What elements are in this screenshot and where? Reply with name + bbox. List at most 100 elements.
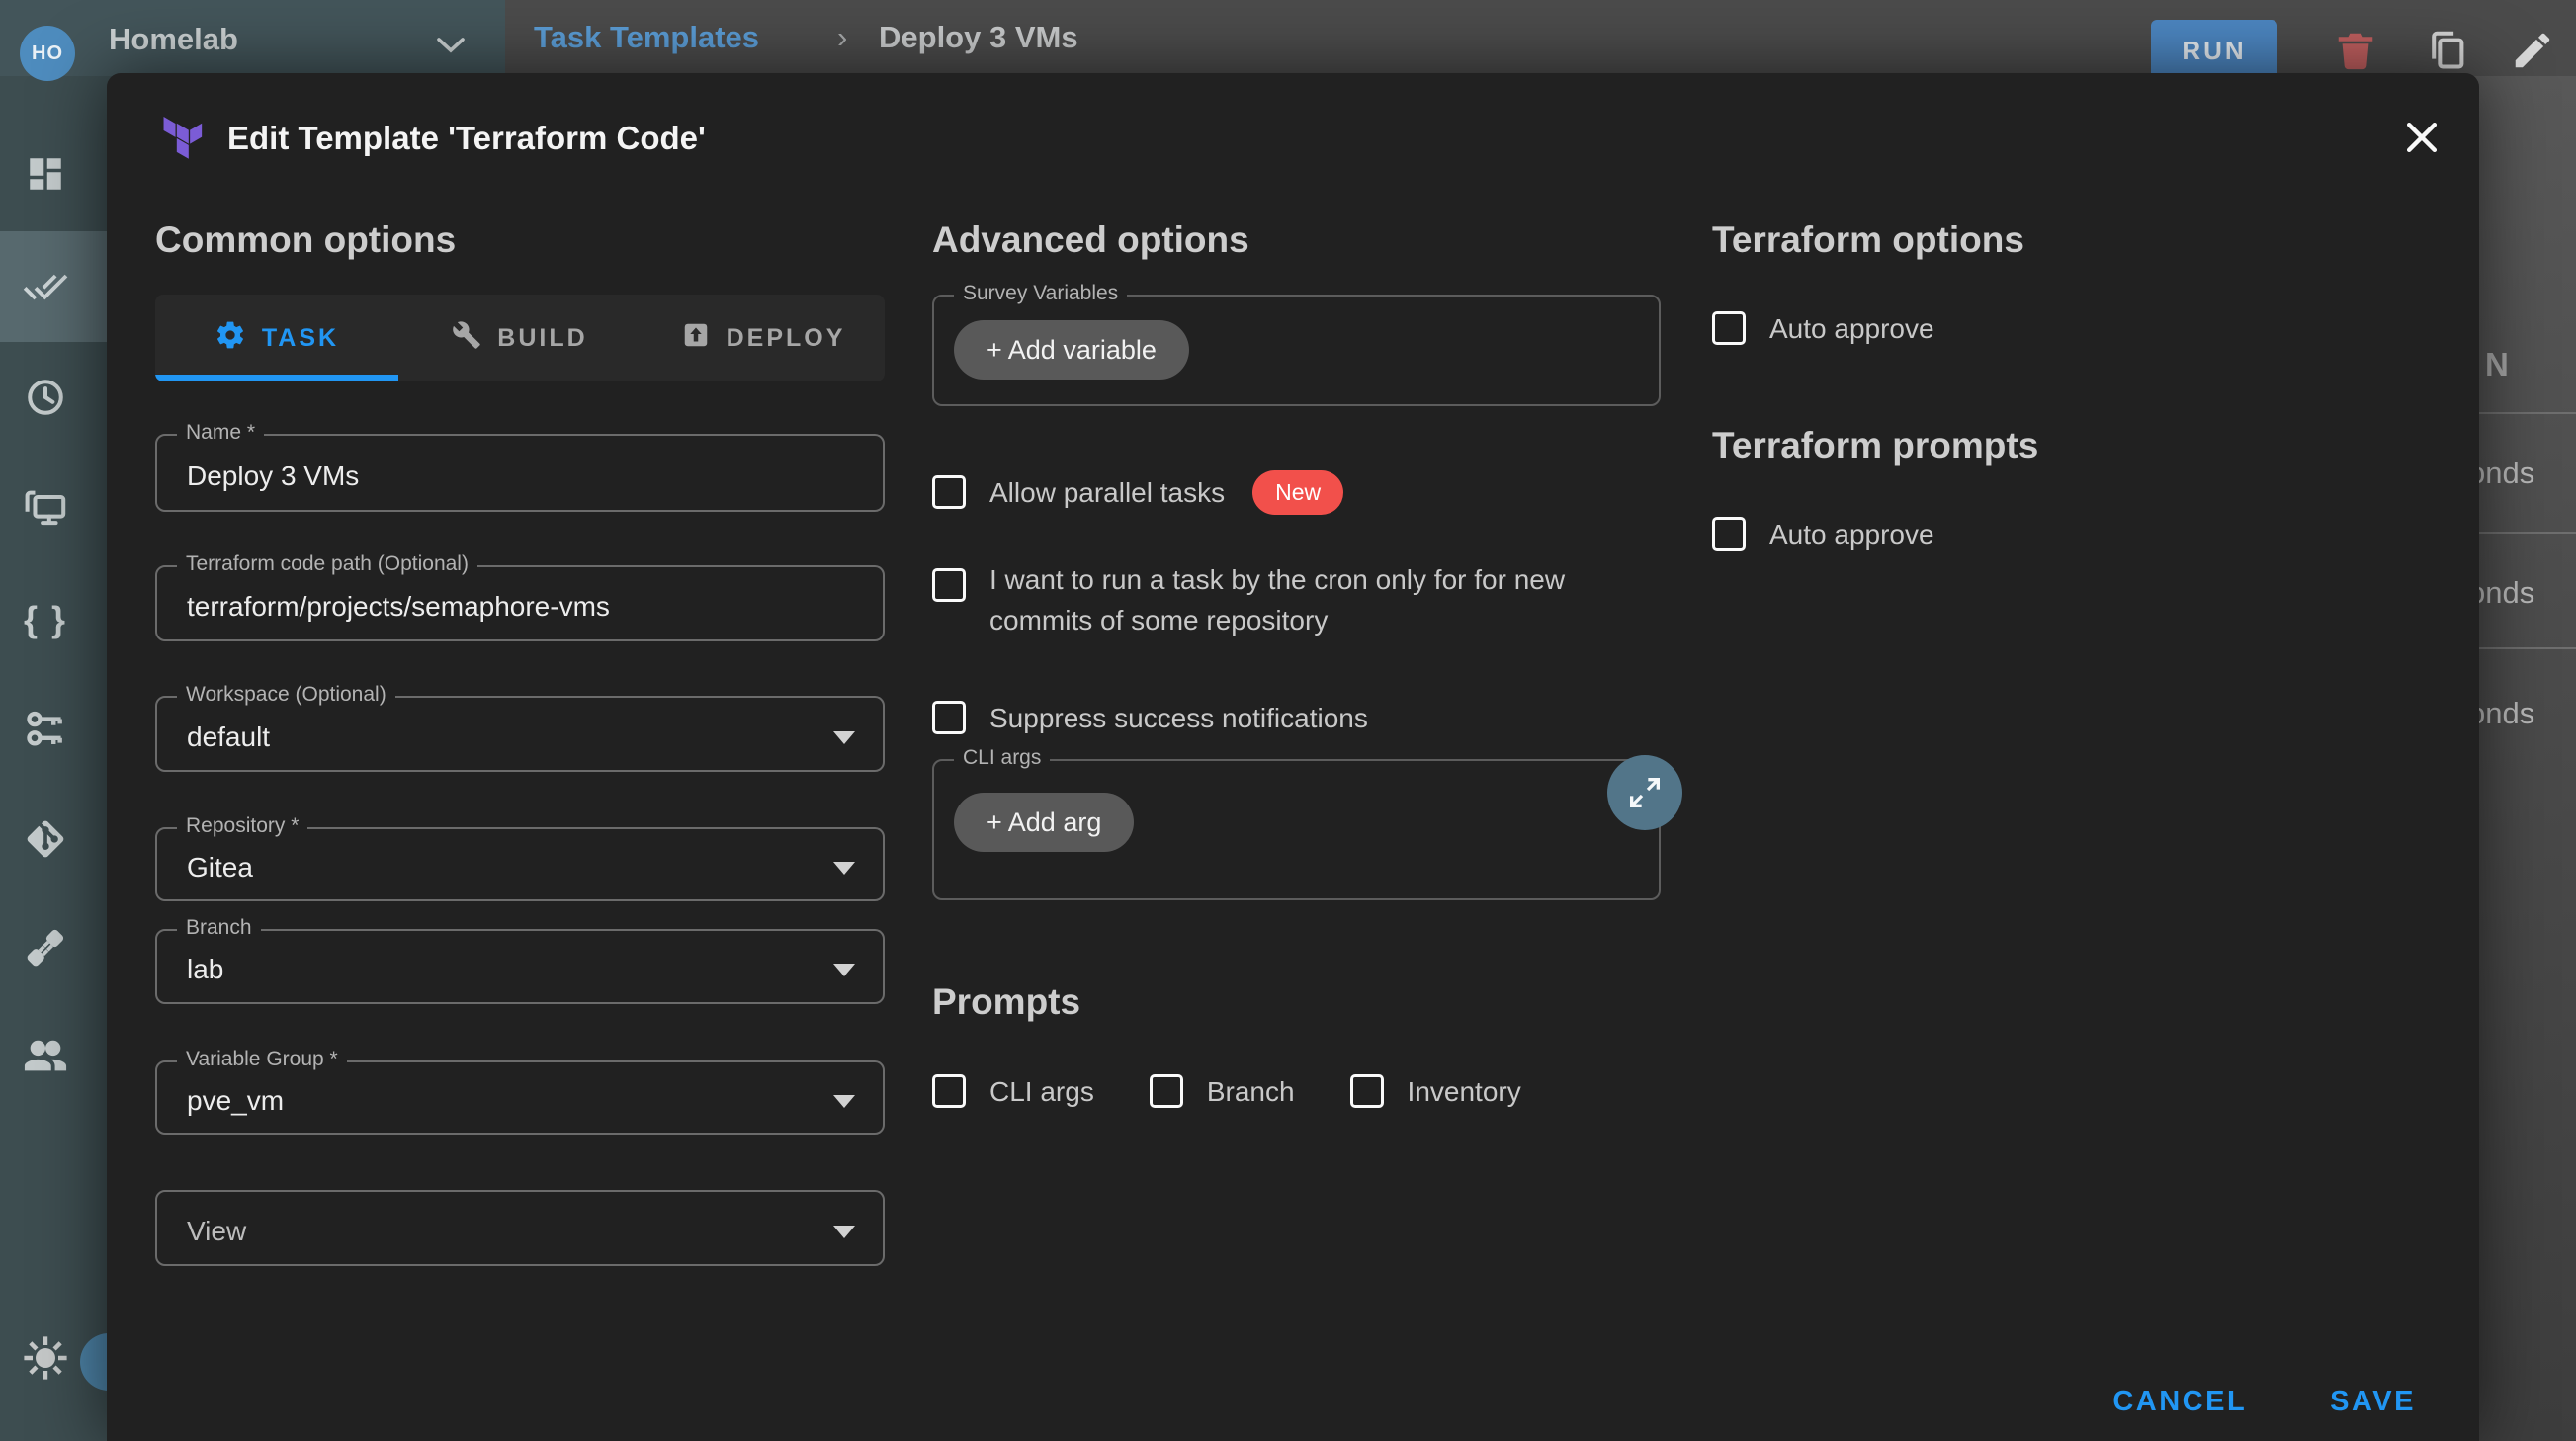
sidebar-item-team[interactable] xyxy=(22,1036,69,1083)
integrations-plug-icon xyxy=(23,925,68,975)
branch-select[interactable]: Branch lab xyxy=(155,929,885,1004)
name-field[interactable]: Name * Deploy 3 VMs xyxy=(155,434,885,512)
terraform-prompt-auto-approve-checkbox[interactable] xyxy=(1712,517,1746,551)
variable-group-select-value: pve_vm xyxy=(187,1085,284,1117)
sidebar-item-inventory[interactable] xyxy=(22,485,69,533)
tab-deploy[interactable]: DEPLOY xyxy=(642,295,885,381)
cancel-button[interactable]: CANCEL xyxy=(2112,1386,2247,1418)
prompt-branch: Branch xyxy=(1150,1069,1295,1113)
terraform-code-path-label: Terraform code path (Optional) xyxy=(177,552,477,576)
view-select[interactable]: View xyxy=(155,1190,885,1266)
inventory-monitor-icon xyxy=(23,484,68,535)
cron-new-commits-label: I want to run a task by the cron only fo… xyxy=(989,559,1658,640)
variable-group-select[interactable]: Variable Group * pve_vm xyxy=(155,1060,885,1135)
cron-new-commits-row: I want to run a task by the cron only fo… xyxy=(932,559,1661,654)
sidebar-item-repositories[interactable] xyxy=(22,817,69,865)
terraform-options-heading: Terraform options xyxy=(1712,217,2424,263)
repository-select-label: Repository * xyxy=(177,814,307,838)
dashboard-icon xyxy=(25,153,66,200)
sidebar-item-task-templates[interactable] xyxy=(22,265,69,312)
sidebar-item-key-store[interactable] xyxy=(22,708,69,755)
terraform-code-path-field[interactable]: Terraform code path (Optional) terraform… xyxy=(155,565,885,641)
workspace-select[interactable]: Workspace (Optional) default xyxy=(155,696,885,772)
table-divider xyxy=(2469,532,2576,534)
sidebar-theme-toggle[interactable] xyxy=(22,1336,69,1384)
prompt-inventory-checkbox[interactable] xyxy=(1350,1074,1384,1108)
prompt-inventory-label: Inventory xyxy=(1408,1071,1521,1112)
tab-deploy-label: DEPLOY xyxy=(727,324,846,353)
terraform-prompts-heading: Terraform prompts xyxy=(1712,423,2424,468)
chevron-down-icon xyxy=(435,36,467,60)
suppress-notifications-row: Suppress success notifications xyxy=(932,696,1661,739)
terraform-auto-approve-row: Auto approve xyxy=(1712,306,2424,350)
allow-parallel-tasks-label: Allow parallel tasks xyxy=(989,472,1225,513)
repository-select[interactable]: Repository * Gitea xyxy=(155,827,885,901)
name-field-value: Deploy 3 VMs xyxy=(187,461,359,492)
suppress-notifications-checkbox[interactable] xyxy=(932,701,966,734)
breadcrumb-parent-link[interactable]: Task Templates xyxy=(534,20,759,55)
branch-select-label: Branch xyxy=(177,916,261,940)
variables-braces-icon: { } xyxy=(24,599,67,640)
tasks-check-icon xyxy=(23,264,68,314)
breadcrumb-separator: › xyxy=(837,20,847,55)
delete-trash-icon[interactable] xyxy=(2333,28,2378,73)
terraform-logo-icon xyxy=(158,111,208,169)
prompt-cli-args-label: CLI args xyxy=(989,1071,1094,1112)
tab-task[interactable]: TASK xyxy=(155,295,398,381)
cli-args-label: CLI args xyxy=(954,746,1050,770)
dropdown-arrow-icon xyxy=(833,731,855,744)
tab-build-label: BUILD xyxy=(497,324,587,353)
prompt-cli-args: CLI args xyxy=(932,1069,1094,1113)
sidebar-item-variable-groups[interactable]: { } xyxy=(22,596,69,643)
workspace-switcher[interactable]: HO Homelab xyxy=(0,0,505,76)
terraform-auto-approve-checkbox[interactable] xyxy=(1712,311,1746,345)
sidebar-item-history[interactable] xyxy=(22,376,69,423)
team-icon xyxy=(23,1035,68,1085)
cron-new-commits-checkbox[interactable] xyxy=(932,568,966,602)
cli-args-box: CLI args + Add arg xyxy=(932,759,1661,900)
tab-task-label: TASK xyxy=(262,324,339,353)
dropdown-arrow-icon xyxy=(833,1226,855,1238)
repository-select-value: Gitea xyxy=(187,852,253,884)
add-variable-button[interactable]: + Add variable xyxy=(954,320,1189,380)
branch-select-value: lab xyxy=(187,954,223,985)
table-divider xyxy=(2469,647,2576,649)
workspace-name: Homelab xyxy=(109,22,238,57)
dropdown-arrow-icon xyxy=(833,964,855,976)
terraform-options-column: Terraform options Auto approve Terraform… xyxy=(1712,217,2424,555)
prompt-branch-label: Branch xyxy=(1207,1071,1295,1112)
dropdown-arrow-icon xyxy=(833,862,855,875)
advanced-options-column: Advanced options Survey Variables + Add … xyxy=(932,217,1661,1113)
active-tab-indicator xyxy=(155,375,398,381)
terraform-code-path-value: terraform/projects/semaphore-vms xyxy=(187,591,610,623)
run-button[interactable]: RUN xyxy=(2151,20,2277,81)
survey-variables-label: Survey Variables xyxy=(954,282,1127,305)
advanced-options-heading: Advanced options xyxy=(932,217,1661,263)
edit-pencil-icon[interactable] xyxy=(2510,28,2555,73)
workspace-select-label: Workspace (Optional) xyxy=(177,683,395,707)
allow-parallel-tasks-row: Allow parallel tasks New xyxy=(932,468,1661,516)
variable-group-select-label: Variable Group * xyxy=(177,1048,347,1071)
copy-icon[interactable] xyxy=(2425,28,2470,73)
theme-sun-icon xyxy=(22,1334,69,1387)
sidebar-item-dashboard[interactable] xyxy=(22,152,69,200)
prompt-cli-args-checkbox[interactable] xyxy=(932,1074,966,1108)
keys-icon xyxy=(24,708,67,756)
history-clock-icon xyxy=(24,376,67,424)
common-options-column: Common options TASK BUILD xyxy=(155,217,885,1266)
add-arg-button[interactable]: + Add arg xyxy=(954,793,1134,852)
tab-build[interactable]: BUILD xyxy=(398,295,642,381)
dropdown-arrow-icon xyxy=(833,1095,855,1108)
prompts-heading: Prompts xyxy=(932,979,1661,1025)
expand-editor-button[interactable] xyxy=(1607,755,1682,830)
edit-template-dialog: Edit Template 'Terraform Code' Common op… xyxy=(107,73,2479,1441)
allow-parallel-tasks-checkbox[interactable] xyxy=(932,475,966,509)
terraform-prompt-auto-approve-row: Auto approve xyxy=(1712,512,2424,555)
prompt-branch-checkbox[interactable] xyxy=(1150,1074,1183,1108)
sidebar-item-integrations[interactable] xyxy=(22,926,69,974)
template-type-tabs: TASK BUILD DEPLOY xyxy=(155,295,885,381)
close-icon[interactable] xyxy=(2400,116,2444,159)
save-button[interactable]: SAVE xyxy=(2330,1386,2416,1418)
top-app-bar: Task Templates › Deploy 3 VMs RUN xyxy=(505,0,2576,76)
dialog-title: Edit Template 'Terraform Code' xyxy=(227,120,706,157)
